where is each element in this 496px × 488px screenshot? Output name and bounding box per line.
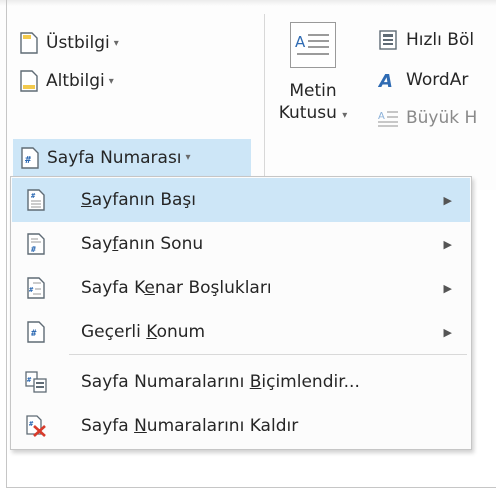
page-top-icon: # <box>25 189 47 211</box>
header-icon <box>18 32 40 54</box>
ribbon-group-separator <box>264 14 265 184</box>
menu-item-bottom-of-page[interactable]: # Sayfanın Sonu ▶ <box>12 222 470 266</box>
submenu-arrow-icon: ▶ <box>443 281 452 295</box>
svg-text:A: A <box>378 111 385 122</box>
dropcap-button[interactable]: A Büyük H <box>378 102 477 134</box>
quick-parts-icon <box>378 30 398 50</box>
submenu-arrow-icon: ▶ <box>443 325 452 339</box>
submenu-arrow-icon: ▶ <box>443 237 452 251</box>
page-number-button[interactable]: # Sayfa Numarası ▾ <box>13 139 251 176</box>
menu-item-page-margins[interactable]: # Sayfa Kenar Boşlukları ▶ <box>12 266 470 310</box>
menu-item-label: Sayfa Kenar Boşlukları <box>81 278 272 298</box>
page-margins-icon: # <box>25 277 47 299</box>
menu-item-label: Sayfanın Başı <box>81 190 197 210</box>
menu-item-label: Geçerli Konum <box>81 322 206 342</box>
menu-item-label: Sayfanın Sonu <box>81 234 204 254</box>
footer-button[interactable]: Altbilgi ▾ <box>18 64 114 98</box>
page-number-icon: # <box>19 146 41 169</box>
header-button[interactable]: Üstbilgi ▾ <box>18 26 119 60</box>
menu-item-label: Sayfa Numaralarını Biçimlendir... <box>81 372 360 392</box>
textbox-label-line1: Metin <box>289 81 337 101</box>
page-number-label: Sayfa Numarası <box>47 147 182 168</box>
remove-page-numbers-icon: # <box>25 415 47 437</box>
frame-left-border <box>6 0 7 488</box>
menu-separator <box>69 354 467 355</box>
page-bottom-icon: # <box>25 233 47 255</box>
chevron-down-icon: ▾ <box>113 37 119 49</box>
dropcap-icon: A <box>378 108 398 128</box>
ribbon-top-edge <box>0 0 496 6</box>
menu-item-remove-page-numbers[interactable]: # Sayfa Numaralarını Kaldır <box>12 404 470 448</box>
svg-text:#: # <box>31 329 37 339</box>
chevron-down-icon: ▾ <box>185 152 191 163</box>
menu-item-format-page-numbers[interactable]: # Sayfa Numaralarını Biçimlendir... <box>12 360 470 404</box>
menu-item-top-of-page[interactable]: # Sayfanın Başı ▶ <box>12 178 470 222</box>
textbox-button[interactable]: A Metin Kutusu ▾ <box>271 22 355 182</box>
textbox-label: Kutusu <box>278 103 337 123</box>
current-position-icon: # <box>25 321 47 343</box>
footer-icon <box>18 70 40 92</box>
page-number-menu: # Sayfanın Başı ▶ # Sayfanın Sonu ▶ # Sa… <box>10 176 472 450</box>
textbox-icon: A <box>290 22 336 68</box>
textbox-label-line2: Kutusu ▾ <box>271 102 355 127</box>
header-label: Üstbilgi <box>46 33 110 53</box>
footer-label: Altbilgi <box>46 71 105 91</box>
svg-text:A: A <box>378 71 393 90</box>
chevron-down-icon: ▾ <box>342 110 348 121</box>
format-page-numbers-icon: # <box>25 371 47 393</box>
svg-text:#: # <box>25 155 31 166</box>
menu-item-label: Sayfa Numaralarını Kaldır <box>81 416 299 436</box>
wordart-icon: A <box>377 70 398 92</box>
dropcap-label: Büyük H <box>406 108 478 128</box>
quick-parts-button[interactable]: Hızlı Böl <box>378 24 474 56</box>
wordart-button[interactable]: A WordAr <box>377 64 469 96</box>
menu-item-current-position[interactable]: # Geçerli Konum ▶ <box>12 310 470 354</box>
wordart-label: WordAr <box>406 70 469 90</box>
chevron-down-icon: ▾ <box>108 75 114 87</box>
svg-text:A: A <box>295 33 306 51</box>
submenu-arrow-icon: ▶ <box>443 193 452 207</box>
quick-parts-label: Hızlı Böl <box>406 30 475 50</box>
svg-text:#: # <box>31 245 36 254</box>
